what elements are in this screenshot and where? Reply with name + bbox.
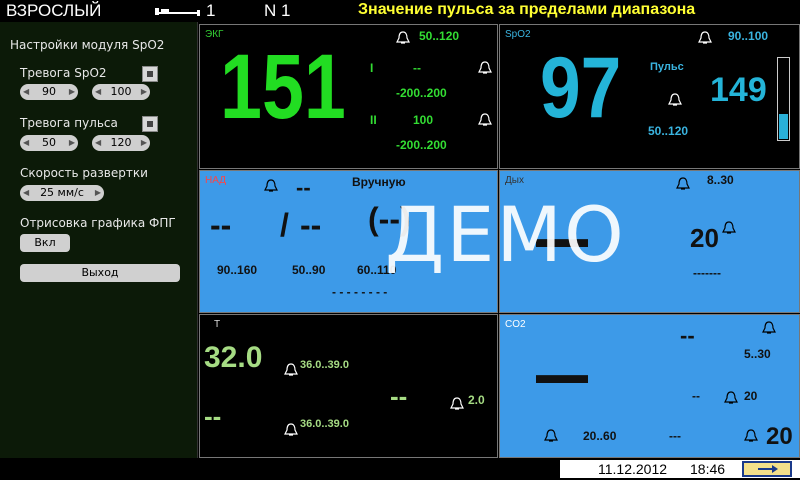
pulse-alarm-high-stepper[interactable]: ◀ 120 ▶ bbox=[92, 135, 150, 151]
spo2-title: SpO2 bbox=[505, 29, 531, 40]
bell-icon bbox=[668, 93, 682, 106]
bed-icon bbox=[155, 8, 200, 16]
temp2-range: 36.0..39.0 bbox=[300, 418, 349, 430]
bell-icon bbox=[284, 423, 298, 436]
pulse-label: Пульс bbox=[650, 61, 684, 73]
sweep-speed-label: Скорость развертки bbox=[20, 166, 148, 180]
bell-icon bbox=[478, 113, 492, 126]
bell-icon bbox=[762, 321, 776, 334]
sweep-speed-value: 25 мм/с bbox=[40, 186, 84, 199]
lead1-range: -200..200 bbox=[396, 86, 447, 100]
co2-blocks: ▬▬ bbox=[536, 359, 588, 389]
nibp-dashes: - - - - - - - - bbox=[332, 285, 388, 299]
co2-mid-dash: -- bbox=[692, 389, 700, 403]
sys-range: 90..160 bbox=[217, 263, 258, 277]
nibp-title: НАД bbox=[205, 175, 226, 186]
dia-range: 50..90 bbox=[292, 263, 326, 277]
spo2-alarm-high-value: 100 bbox=[110, 85, 132, 98]
lead1-label: I bbox=[370, 61, 374, 75]
bell-icon bbox=[698, 31, 712, 44]
co2-title: CO2 bbox=[505, 319, 526, 330]
resp-rate: 20 bbox=[690, 223, 719, 253]
lead1-value: -- bbox=[413, 61, 421, 75]
ecg-panel[interactable]: ЭКГ 151 50..120 I -- -200..200 II 100 -2… bbox=[199, 24, 498, 169]
spo2-range: 90..100 bbox=[728, 29, 769, 43]
co2-range2: 20..60 bbox=[583, 429, 617, 443]
spo2-value: 97 bbox=[540, 40, 622, 136]
pulse-range: 50..120 bbox=[648, 124, 689, 138]
demo-watermark: ДЕМО bbox=[385, 190, 626, 279]
settings-title: Настройки модуля SpO2 bbox=[10, 38, 165, 52]
pulse-alarm-low-stepper[interactable]: ◀ 50 ▶ bbox=[20, 135, 78, 151]
pulse-alarm-low-value: 50 bbox=[42, 136, 56, 149]
signal-bar bbox=[777, 57, 790, 141]
bell-icon bbox=[544, 429, 558, 442]
spo2-alarm-label: Тревога SpO2 bbox=[20, 66, 107, 80]
bell-icon bbox=[744, 429, 758, 442]
ppg-draw-toggle[interactable]: Вкл bbox=[20, 234, 70, 252]
pulse-alarm-label: Тревога пульса bbox=[20, 116, 118, 130]
ppg-draw-label: Отрисовка графика ФПГ bbox=[20, 216, 176, 230]
temp-delta: -- bbox=[390, 381, 408, 411]
date: 11.12.2012 bbox=[598, 461, 668, 477]
lead2-label: II bbox=[370, 113, 377, 127]
co2-range1: 5..30 bbox=[744, 347, 771, 361]
temp-panel[interactable]: T 32.0 36.0..39.0 -- -- 2.0 36.0..39.0 bbox=[199, 314, 498, 458]
lead2-range: -200..200 bbox=[396, 138, 447, 152]
spo2-alarm-high-stepper[interactable]: ◀ 100 ▶ bbox=[92, 84, 150, 100]
sweep-speed-stepper[interactable]: ◀ 25 мм/с ▶ bbox=[20, 185, 104, 201]
bed-number: 1 bbox=[206, 1, 216, 20]
co2-panel[interactable]: CO2 -- 5..30 ▬▬ -- 20 20..60 --- 20 bbox=[499, 314, 800, 458]
resp-dashes: ------- bbox=[693, 266, 721, 280]
nibp-systolic: -- bbox=[210, 207, 232, 243]
battery-plug-icon bbox=[742, 461, 792, 477]
nibp-slash: / bbox=[280, 207, 289, 243]
temp-title: T bbox=[214, 319, 221, 330]
co2-mid-value: 20 bbox=[744, 389, 758, 403]
hr-range: 50..120 bbox=[419, 29, 460, 43]
patient-mode: ВЗРОСЛЫЙ bbox=[6, 1, 102, 20]
spo2-panel[interactable]: SpO2 97 90..100 Пульс 149 50..120 bbox=[499, 24, 800, 169]
spo2-alarm-checkbox[interactable] bbox=[142, 66, 158, 82]
pulse-alarm-high-value: 120 bbox=[110, 136, 132, 149]
co2-bottom-dash: --- bbox=[669, 429, 681, 443]
bell-icon bbox=[478, 61, 492, 74]
temp1-value: 32.0 bbox=[204, 341, 263, 374]
bell-icon bbox=[284, 363, 298, 376]
bell-icon bbox=[724, 391, 738, 404]
nibp-diastolic: -- bbox=[300, 207, 322, 243]
time: 18:46 bbox=[690, 461, 726, 477]
bell-icon bbox=[264, 179, 278, 192]
pulse-value: 149 bbox=[710, 71, 767, 109]
patient-number: N 1 bbox=[264, 1, 291, 20]
bell-icon bbox=[450, 397, 464, 410]
bell-icon bbox=[396, 31, 410, 44]
nibp-mode: Вручную bbox=[352, 175, 406, 189]
lead2-value: 100 bbox=[413, 113, 434, 127]
spo2-alarm-low-value: 90 bbox=[42, 85, 56, 98]
nibp-top-value: -- bbox=[296, 175, 311, 200]
resp-range: 8..30 bbox=[707, 173, 734, 187]
temp-delta-value: 2.0 bbox=[468, 393, 485, 407]
co2-top-dash: -- bbox=[680, 323, 695, 348]
temp2-value: -- bbox=[204, 401, 222, 431]
resp-title: Дых bbox=[505, 175, 524, 186]
pulse-alarm-checkbox[interactable] bbox=[142, 116, 158, 132]
bell-icon bbox=[676, 177, 690, 190]
heart-rate-value: 151 bbox=[220, 36, 346, 138]
temp1-range: 36.0..39.0 bbox=[300, 359, 349, 371]
spo2-alarm-low-stepper[interactable]: ◀ 90 ▶ bbox=[20, 84, 78, 100]
spo2-settings-panel: Настройки модуля SpO2 Тревога SpO2 ◀ 90 ▶ … bbox=[0, 22, 198, 458]
exit-button[interactable]: Выход bbox=[20, 264, 180, 282]
bell-icon bbox=[722, 221, 736, 234]
co2-bottom-value: 20 bbox=[766, 423, 793, 450]
alarm-message: Значение пульса за пределами диапазона bbox=[358, 1, 696, 18]
signal-bar-fill bbox=[779, 114, 788, 139]
